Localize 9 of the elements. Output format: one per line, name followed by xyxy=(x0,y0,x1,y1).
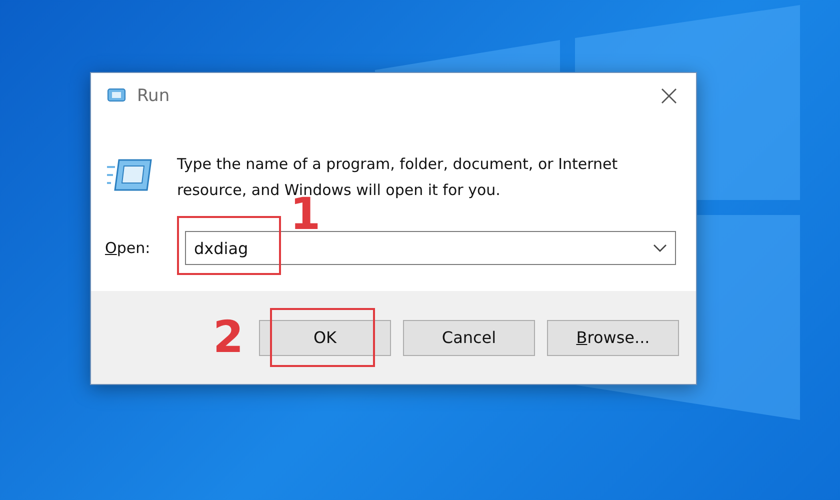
dialog-button[interactable]: Cancel xyxy=(403,320,535,356)
open-combobox[interactable]: dxdiag xyxy=(185,231,676,265)
close-icon[interactable] xyxy=(660,87,678,105)
step-number: 2 xyxy=(213,316,244,360)
open-label: Open: xyxy=(105,239,152,257)
window-title: Run xyxy=(137,86,171,106)
dropdown-caret-icon[interactable] xyxy=(653,243,667,253)
dialog-button[interactable]: Browse... xyxy=(547,320,679,356)
dialog-button[interactable]: OK xyxy=(259,320,391,356)
